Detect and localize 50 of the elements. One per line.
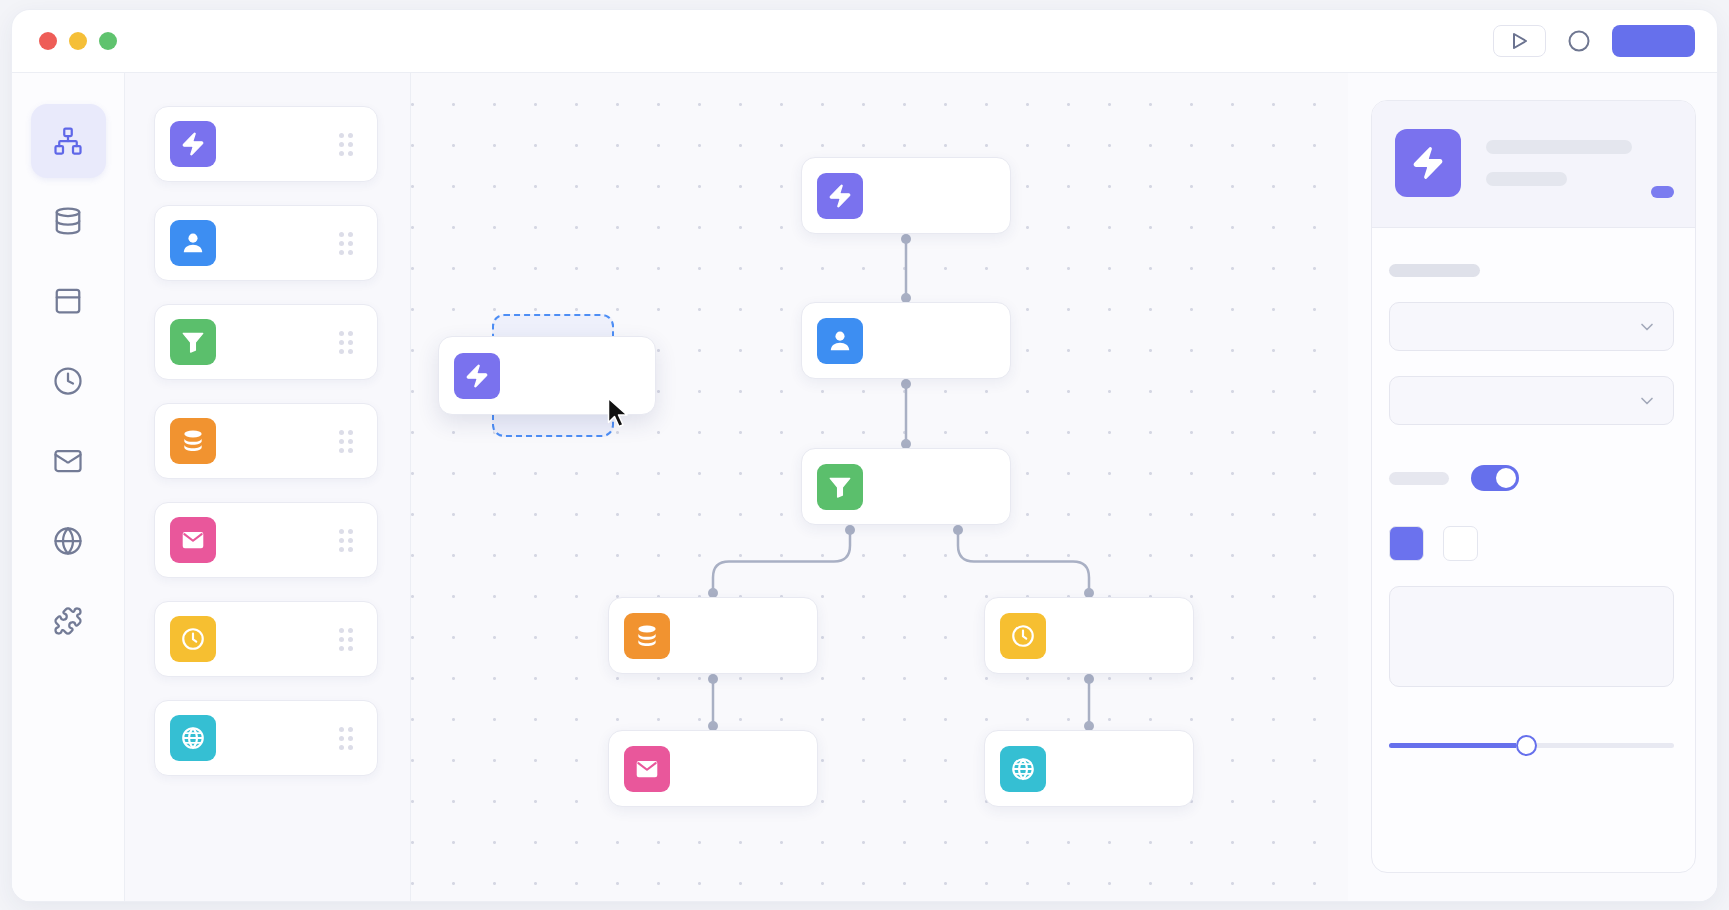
drag-handle-icon[interactable]	[339, 330, 353, 354]
flow-node[interactable]	[801, 448, 1011, 525]
connector	[901, 234, 911, 303]
drag-handle-icon[interactable]	[339, 528, 353, 552]
cursor-icon	[607, 397, 629, 428]
drag-handle-icon[interactable]	[339, 132, 353, 156]
hierarchy-icon	[53, 126, 83, 156]
palette-item[interactable]	[154, 502, 378, 578]
palette-item[interactable]	[154, 403, 378, 479]
text-area-field[interactable]	[1389, 586, 1674, 687]
connector	[1084, 674, 1094, 731]
play-icon	[1511, 32, 1528, 50]
database-icon	[53, 206, 83, 236]
connector	[901, 379, 911, 449]
sidebar-button[interactable]	[30, 104, 106, 178]
minimize-button[interactable]	[69, 32, 87, 50]
status-indicator	[1651, 186, 1674, 198]
select-field[interactable]	[1389, 376, 1674, 425]
clock-icon	[53, 366, 83, 396]
globe-icon	[53, 526, 83, 556]
slider-thumb[interactable]	[1515, 735, 1537, 756]
flow-node[interactable]	[608, 597, 818, 674]
drag-handle-icon[interactable]	[339, 627, 353, 651]
puzzle-icon	[53, 606, 83, 636]
flow-node[interactable]	[984, 597, 1194, 674]
close-button[interactable]	[39, 32, 57, 50]
palette-item[interactable]	[154, 700, 378, 776]
zoom-button[interactable]	[99, 32, 117, 50]
color-swatch[interactable]	[1389, 526, 1424, 561]
flow-node[interactable]	[608, 730, 818, 807]
dragged-node[interactable]	[438, 336, 656, 415]
flow-node[interactable]	[801, 157, 1011, 234]
circle-icon	[1568, 30, 1590, 52]
primary-button[interactable]	[1612, 25, 1695, 57]
palette-item[interactable]	[154, 106, 378, 182]
toggle-switch[interactable]	[1471, 465, 1519, 491]
drag-handle-icon[interactable]	[339, 231, 353, 255]
record-button[interactable]	[1568, 30, 1590, 52]
play-button[interactable]	[1493, 25, 1546, 57]
flow-node[interactable]	[801, 302, 1011, 379]
flow-node[interactable]	[984, 730, 1194, 807]
connector	[708, 674, 718, 731]
palette-item[interactable]	[154, 601, 378, 677]
palette-item[interactable]	[154, 205, 378, 281]
drag-handle-icon[interactable]	[339, 726, 353, 750]
color-swatch[interactable]	[1443, 526, 1478, 561]
palette-item[interactable]	[154, 304, 378, 380]
window-icon	[53, 286, 83, 316]
drag-handle-icon[interactable]	[339, 429, 353, 453]
select-field[interactable]	[1389, 302, 1674, 351]
